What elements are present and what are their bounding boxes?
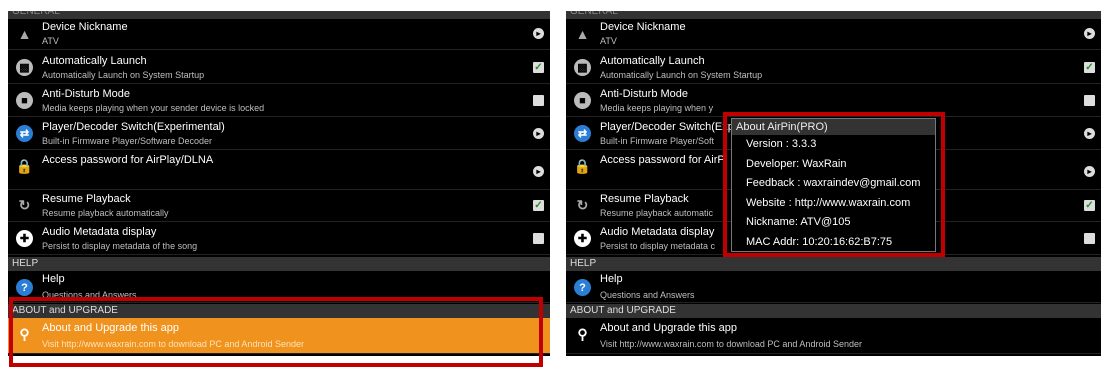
section-header-about: ABOUT and UPGRADE (566, 304, 1101, 318)
setting-audio-metadata[interactable]: ✚ Audio Metadata display Persist to disp… (8, 224, 550, 255)
setting-title: Player/Decoder Switch(Experimental) (42, 121, 225, 133)
setting-title: Automatically Launch (600, 55, 705, 67)
checkbox-unchecked[interactable] (533, 233, 544, 244)
section-header-general: GENERAL (566, 11, 1101, 19)
disturb-icon: ■ (574, 92, 591, 109)
chevron-right-icon[interactable]: ▸ (533, 28, 544, 39)
switch-icon: ⇄ (16, 125, 33, 142)
checkbox-unchecked[interactable] (533, 95, 544, 106)
setting-title: Audio Metadata display (42, 226, 157, 238)
checkbox-checked[interactable]: ✓ (1084, 200, 1095, 211)
setting-subtitle: Resume playback automatically (42, 208, 169, 218)
setting-device-nickname[interactable]: ▲ Device Nickname ATV ▸ (566, 19, 1101, 50)
metadata-icon: ✚ (16, 230, 33, 247)
search-icon: ⚲ (577, 326, 588, 342)
resume-icon: ↻ (576, 197, 589, 213)
setting-subtitle: Media keeps playing when y (600, 103, 714, 113)
setting-title: Access password for AirPlay/DLNA (42, 154, 214, 166)
device-icon: ▲ (17, 25, 32, 42)
setting-subtitle: Persist to display metadata of the song (42, 241, 198, 251)
setting-title: Resume Playback (42, 193, 131, 205)
device-icon: ▲ (575, 25, 590, 42)
section-header-help: HELP (566, 257, 1101, 271)
setting-title: Audio Metadata display (600, 226, 715, 238)
checkbox-checked[interactable]: ✓ (533, 62, 544, 73)
setting-title: Help (600, 273, 623, 285)
setting-resume-playback[interactable]: ↻ Resume Playback Resume playback automa… (8, 191, 550, 222)
setting-subtitle: Built-in Firmware Player/Soft (600, 136, 715, 146)
setting-device-nickname[interactable]: ▲ Device Nickname ATV ▸ (8, 19, 550, 50)
checkbox-unchecked[interactable] (1084, 233, 1095, 244)
setting-title: Resume Playback (600, 193, 689, 205)
metadata-icon: ✚ (574, 230, 591, 247)
chevron-right-icon[interactable]: ▸ (533, 166, 544, 177)
setting-subtitle: Persist to display metadata c (600, 241, 716, 251)
setting-title: Device Nickname (600, 21, 686, 33)
setting-title: About and Upgrade this app (600, 322, 737, 334)
disturb-icon: ■ (16, 92, 33, 109)
help-icon: ? (16, 279, 33, 296)
switch-icon: ⇄ (574, 125, 591, 142)
setting-title: Anti-Disturb Mode (600, 88, 689, 100)
setting-subtitle: ATV (42, 36, 59, 46)
section-header-help: HELP (8, 257, 550, 271)
resume-icon: ↻ (18, 197, 31, 213)
chevron-right-icon[interactable]: ▸ (1084, 28, 1095, 39)
setting-subtitle: Media keeps playing when your sender dev… (42, 103, 265, 113)
chevron-right-icon[interactable]: ▸ (1084, 128, 1095, 139)
checkbox-checked[interactable]: ✓ (533, 200, 544, 211)
setting-subtitle: Visit http://www.waxrain.com to download… (600, 339, 862, 349)
annotation-highlight-box (9, 297, 543, 367)
setting-anti-disturb[interactable]: ■ Anti-Disturb Mode Media keeps playing … (8, 86, 550, 117)
lock-icon: 🔒 (573, 158, 592, 174)
setting-title: Anti-Disturb Mode (42, 88, 131, 100)
setting-subtitle: ATV (600, 36, 617, 46)
help-icon: ? (574, 279, 591, 296)
launch-icon: ▩ (16, 59, 33, 76)
checkbox-checked[interactable]: ✓ (1084, 62, 1095, 73)
annotation-highlight-box (723, 112, 945, 257)
setting-subtitle: Automatically Launch on System Startup (600, 70, 763, 80)
setting-auto-launch[interactable]: ▩ Automatically Launch Automatically Lau… (8, 53, 550, 84)
setting-subtitle: Resume playback automatic (600, 208, 714, 218)
section-header-general: GENERAL (8, 11, 550, 19)
checkbox-unchecked[interactable] (1084, 95, 1095, 106)
setting-subtitle: Questions and Answers (600, 290, 695, 300)
setting-access-password[interactable]: 🔒 Access password for AirPlay/DLNA ▸ (8, 152, 550, 190)
chevron-right-icon[interactable]: ▸ (533, 128, 544, 139)
setting-title: Help (42, 273, 65, 285)
lock-icon: 🔒 (15, 158, 34, 174)
setting-title: Player/Decoder Switch(Exp (600, 121, 734, 133)
chevron-right-icon[interactable]: ▸ (1084, 166, 1095, 177)
setting-auto-launch[interactable]: ▩ Automatically Launch Automatically Lau… (566, 53, 1101, 84)
setting-subtitle: Automatically Launch on System Startup (42, 70, 205, 80)
setting-about-upgrade[interactable]: ⚲ About and Upgrade this app Visit http:… (566, 318, 1101, 354)
launch-icon: ▩ (574, 59, 591, 76)
setting-help[interactable]: ? Help Questions and Answers (566, 271, 1101, 303)
setting-title: Automatically Launch (42, 55, 147, 67)
setting-title: Device Nickname (42, 21, 128, 33)
setting-subtitle: Built-in Firmware Player/Software Decode… (42, 136, 213, 146)
setting-title: Access password for AirPl (600, 154, 728, 166)
setting-player-decoder[interactable]: ⇄ Player/Decoder Switch(Experimental) Bu… (8, 119, 550, 150)
